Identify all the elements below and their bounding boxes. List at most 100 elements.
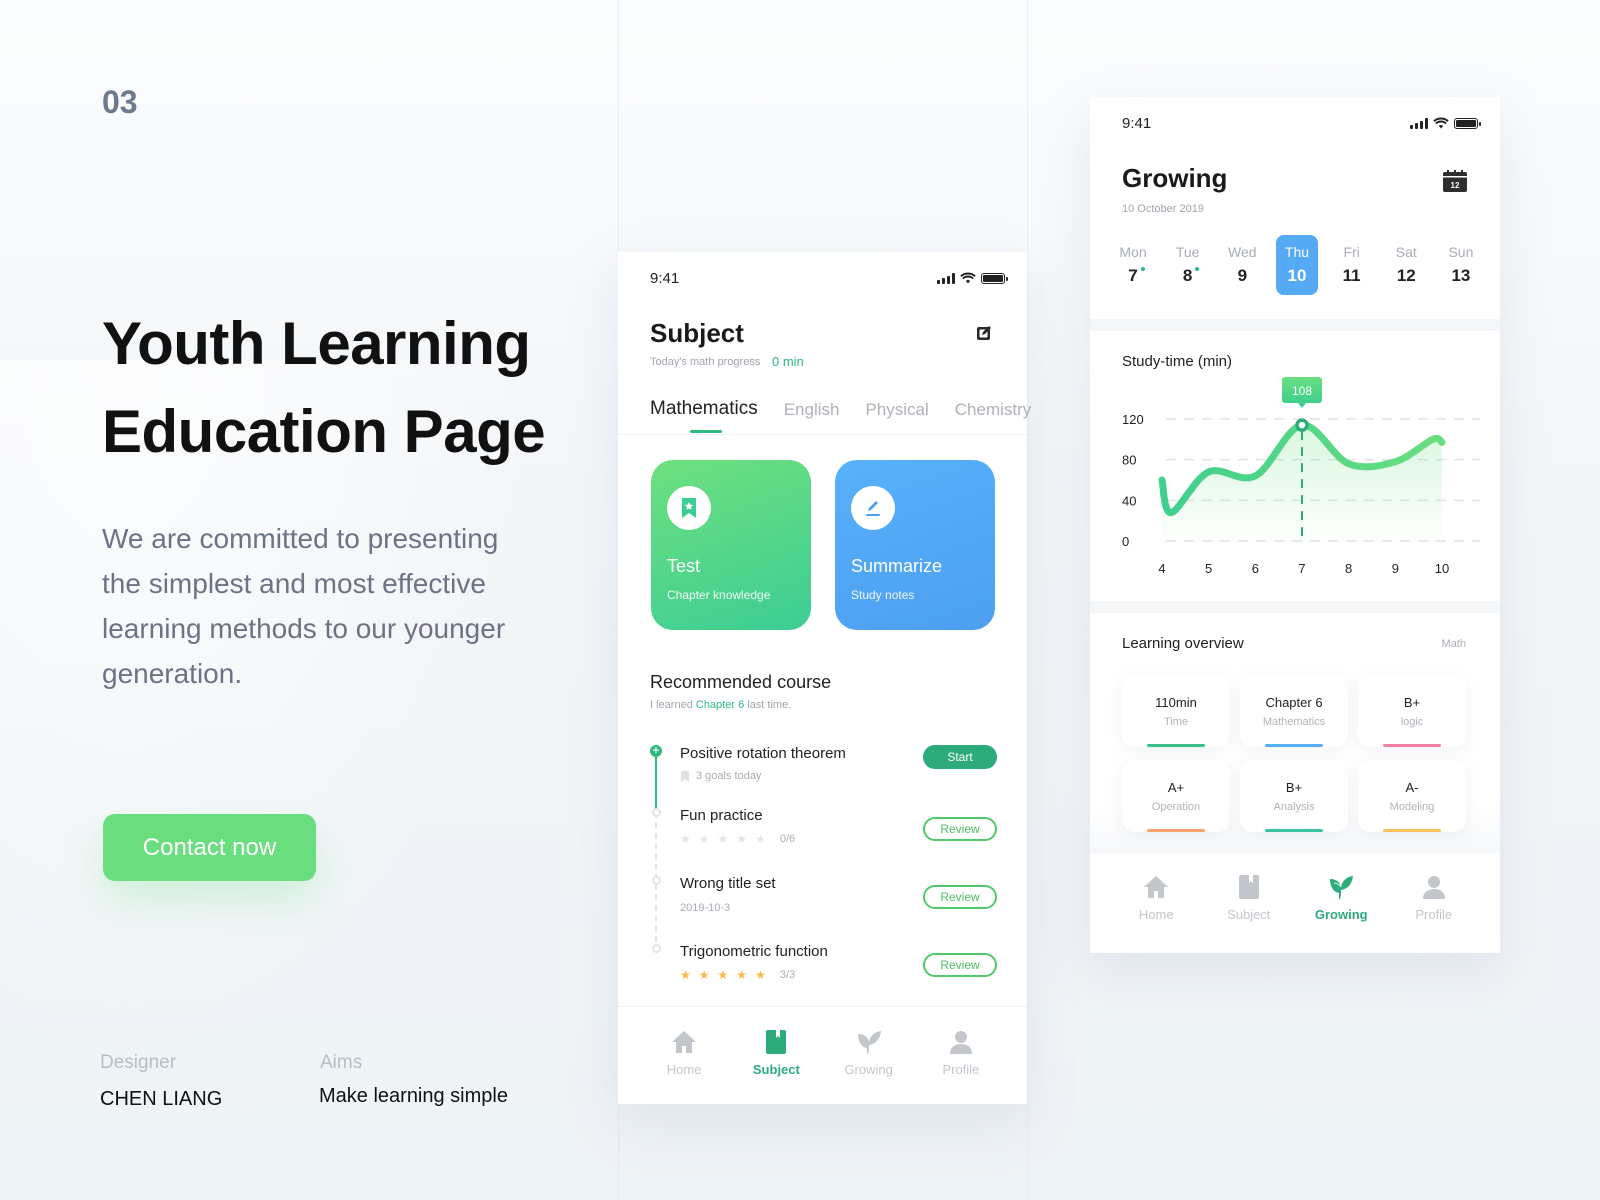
overview-card[interactable]: A- Modeling xyxy=(1358,760,1466,832)
x-tick-label: 7 xyxy=(1298,561,1305,576)
course-item[interactable]: Fun practice ★ ★ ★ ★ ★ 0/6 Review xyxy=(680,807,997,846)
review-button[interactable]: Review xyxy=(923,885,997,909)
study-time-chart: 0 40 80 120 4 5 6 7 8 9 10 108 xyxy=(1122,377,1480,576)
signal-icon xyxy=(1410,117,1428,129)
day-date: 8 xyxy=(1182,266,1200,286)
overview-card[interactable]: B+ Analysis xyxy=(1240,760,1348,832)
overview-subject-tag[interactable]: Math xyxy=(1442,638,1466,650)
tab-english[interactable]: English xyxy=(784,400,840,420)
tabbar-section: Home Subject Growing Profile xyxy=(1090,853,1500,953)
bookmark-star-icon xyxy=(667,486,711,530)
review-button[interactable]: Review xyxy=(923,953,997,977)
status-time: 9:41 xyxy=(650,270,680,287)
day-sat[interactable]: Sat 12 xyxy=(1385,235,1427,295)
tabbar-label: Profile xyxy=(1415,907,1453,922)
day-thu[interactable]: Thu 10 xyxy=(1275,235,1318,295)
page-title: Youth Learning Education Page xyxy=(102,300,546,476)
growing-screen: 9:41 Growing 10 October 2019 12 Mon 7 Tue 8… xyxy=(1090,97,1500,953)
book-icon xyxy=(766,1030,787,1054)
tabbar-item-home[interactable]: Home xyxy=(1121,873,1191,922)
day-sun[interactable]: Sun 13 xyxy=(1440,235,1482,295)
overview-title: Learning overview xyxy=(1122,635,1244,652)
overview-value: Chapter 6 xyxy=(1265,695,1323,710)
subject-tabs: Mathematics English Physical Chemistry xyxy=(650,398,1032,433)
overview-card[interactable]: A+ Operation xyxy=(1122,760,1230,832)
day-wed[interactable]: Wed 9 xyxy=(1221,235,1263,295)
leaf-icon xyxy=(857,1031,881,1054)
tabbar-item-profile[interactable]: Profile xyxy=(926,1028,996,1077)
chapter-link[interactable]: Chapter 6 xyxy=(696,699,744,711)
overview-card[interactable]: Chapter 6 Mathematics xyxy=(1240,675,1348,747)
tabbar-label: Profile xyxy=(942,1062,980,1077)
star-icon: ★ xyxy=(717,968,729,982)
overview-card[interactable]: 110min Time xyxy=(1122,675,1230,747)
tabbar-item-growing[interactable]: Growing xyxy=(834,1028,904,1077)
review-button[interactable]: Review xyxy=(923,817,997,841)
progress-label: Today's math progress xyxy=(650,356,761,368)
x-tick-label: 9 xyxy=(1392,561,1399,576)
date-number: 11 xyxy=(1342,266,1361,285)
day-name: Sun xyxy=(1448,244,1474,260)
day-date: 13 xyxy=(1451,266,1470,286)
contact-now-button[interactable]: Contact now xyxy=(103,814,316,881)
tab-mathematics[interactable]: Mathematics xyxy=(650,398,758,433)
date-number: 10 xyxy=(1287,266,1307,285)
day-date: 12 xyxy=(1397,266,1416,286)
home-icon xyxy=(1144,876,1169,898)
course-item[interactable]: Trigonometric function ★ ★ ★ ★ ★ 3/3 Review xyxy=(680,943,997,982)
recommended-title: Recommended course xyxy=(650,672,832,692)
tab-physical[interactable]: Physical xyxy=(865,400,928,420)
activity-dot xyxy=(1140,267,1145,271)
overview-accent-bar xyxy=(1147,744,1205,747)
tabbar-item-profile[interactable]: Profile xyxy=(1399,873,1469,922)
screen-title: Subject xyxy=(650,318,744,348)
tabbar-label: Home xyxy=(666,1062,702,1077)
start-button[interactable]: Start xyxy=(923,745,997,769)
x-tick-label: 8 xyxy=(1345,561,1352,576)
timeline-dot xyxy=(651,876,661,885)
date-number: 8 xyxy=(1182,266,1193,285)
overview-card[interactable]: B+ logic xyxy=(1358,675,1466,747)
calendar-icon[interactable]: 12 xyxy=(1442,169,1468,193)
course-meta: 3 goals today xyxy=(680,770,997,782)
battery-icon xyxy=(981,272,1008,284)
y-tick-label: 80 xyxy=(1122,453,1136,468)
tabbar-item-growing[interactable]: Growing xyxy=(1306,873,1376,922)
day-name: Sat xyxy=(1395,244,1417,260)
pencil-icon xyxy=(851,486,895,530)
star-icon: ★ xyxy=(736,968,748,982)
star-rating: ★ ★ ★ ★ ★ xyxy=(680,832,774,846)
star-rating: ★ ★ ★ ★ ★ xyxy=(680,968,774,982)
summarize-card[interactable]: Summarize Study notes xyxy=(835,460,995,630)
tabbar-item-home[interactable]: Home xyxy=(649,1028,719,1077)
overview-label: Mathematics xyxy=(1262,716,1326,728)
test-card[interactable]: Test Chapter knowledge xyxy=(651,460,811,630)
edit-icon[interactable] xyxy=(975,324,993,342)
timeline-dot-active: + xyxy=(650,745,662,757)
y-tick-label: 0 xyxy=(1122,534,1129,549)
overview-value: B+ xyxy=(1403,695,1421,710)
designer-name: CHEN LIANG xyxy=(100,1088,223,1110)
bottom-tabbar: Home Subject Growing Profile xyxy=(618,1028,1027,1077)
status-time: 9:41 xyxy=(1122,115,1152,132)
day-mon[interactable]: Mon 7 xyxy=(1112,235,1154,295)
day-name: Tue xyxy=(1175,244,1200,260)
course-item[interactable]: Wrong title set 2019-10-3 Review xyxy=(680,875,997,914)
battery-icon xyxy=(1454,117,1481,129)
overview-grid: 110min Time Chapter 6 Mathematics B+ logic A+ O… xyxy=(1122,675,1468,832)
tabbar-item-subject[interactable]: Subject xyxy=(741,1028,811,1077)
user-icon xyxy=(1422,876,1445,899)
day-tue[interactable]: Tue 8 xyxy=(1167,235,1209,295)
day-fri[interactable]: Fri 11 xyxy=(1331,235,1373,295)
tab-chemistry[interactable]: Chemistry xyxy=(955,400,1032,420)
x-tick-label: 4 xyxy=(1158,561,1165,576)
overview-label: logic xyxy=(1400,716,1424,728)
sub-prefix: I learned xyxy=(650,699,693,711)
tabbar-item-subject[interactable]: Subject xyxy=(1214,873,1284,922)
recommended-subtitle: I learned Chapter 6 last time. xyxy=(650,699,791,711)
date-number: 9 xyxy=(1237,266,1248,285)
day-date: 7 xyxy=(1128,266,1145,286)
course-item[interactable]: Positive rotation theorem 3 goals today … xyxy=(680,745,997,782)
tabbar-label: Subject xyxy=(1227,907,1271,922)
svg-text:12: 12 xyxy=(1451,181,1460,190)
